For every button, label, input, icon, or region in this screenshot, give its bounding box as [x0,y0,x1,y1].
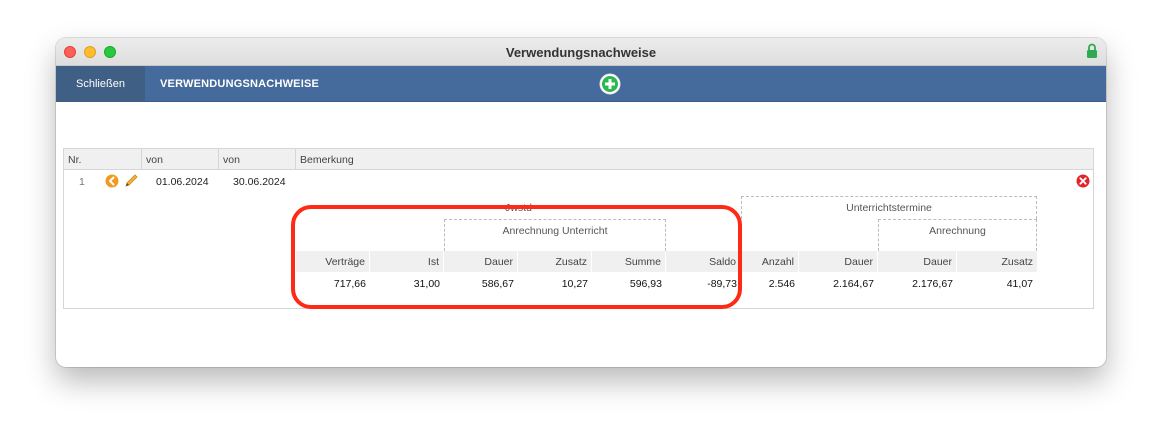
value-anzahl: 2.546 [768,278,795,290]
col-dauer-unterricht: Dauer [444,251,518,272]
col-saldo: Saldo [666,251,741,272]
lock-icon [1087,43,1097,58]
arrow-left-icon[interactable] [105,174,119,188]
header-from[interactable]: von [142,149,219,169]
value-dauer-anrechnung: 2.176,67 [912,278,953,290]
col-ist: Ist [370,251,444,272]
col-dauer-anrechnung: Dauer [878,251,957,272]
header-remark[interactable]: Bemerkung [296,149,1093,169]
delete-icon[interactable] [1076,174,1090,188]
value-zusatz-anrechnung: 41,07 [1006,278,1033,290]
group-unterrichtstermine: Unterrichtstermine [846,202,932,214]
value-zusatz-unterricht: 10,27 [561,278,588,290]
value-saldo: -89,73 [707,278,737,290]
value-dauer-termine: 2.164,67 [833,278,874,290]
window-title: Verwendungsnachweise [505,45,657,60]
section-title: VERWENDUNGSNACHWEISE [160,78,320,90]
table-header: Nr. von von Bemerkung [64,149,1093,170]
records-table: Nr. von von Bemerkung 1 01.06.2024 30.06… [63,148,1094,309]
subgroup-anrechnung-unterricht: Anrechnung Unterricht [502,225,608,237]
row-from-date: 01.06.2024 [156,176,209,188]
value-summe: 596,93 [629,278,662,290]
header-nr[interactable]: Nr. [64,149,142,169]
value-vertraege: 717,66 [333,278,366,290]
col-zusatz-anrechnung: Zusatz [957,251,1037,272]
col-vertraege: Verträge [296,251,370,272]
app-window: Verwendungsnachweise Schließen VERWENDUN… [56,38,1106,367]
row-to-date: 30.06.2024 [233,176,286,188]
col-anzahl: Anzahl [741,251,799,272]
subgroup-anrechnung: Anrechnung [929,225,986,237]
pencil-icon[interactable] [124,173,139,188]
toolbar: Schließen VERWENDUNGSNACHWEISE [56,66,1106,102]
group-jwstd: Jwstd [505,202,532,214]
title-bar: Verwendungsnachweise [56,38,1106,66]
value-dauer-unterricht: 586,67 [481,278,514,290]
value-ist: 31,00 [413,278,440,290]
header-to[interactable]: von [219,149,296,169]
add-icon[interactable] [599,73,621,95]
close-button[interactable]: Schließen [56,66,145,102]
col-zusatz-unterricht: Zusatz [518,251,592,272]
col-summe: Summe [592,251,666,272]
col-dauer-termine: Dauer [799,251,878,272]
row-nr: 1 [79,176,85,188]
